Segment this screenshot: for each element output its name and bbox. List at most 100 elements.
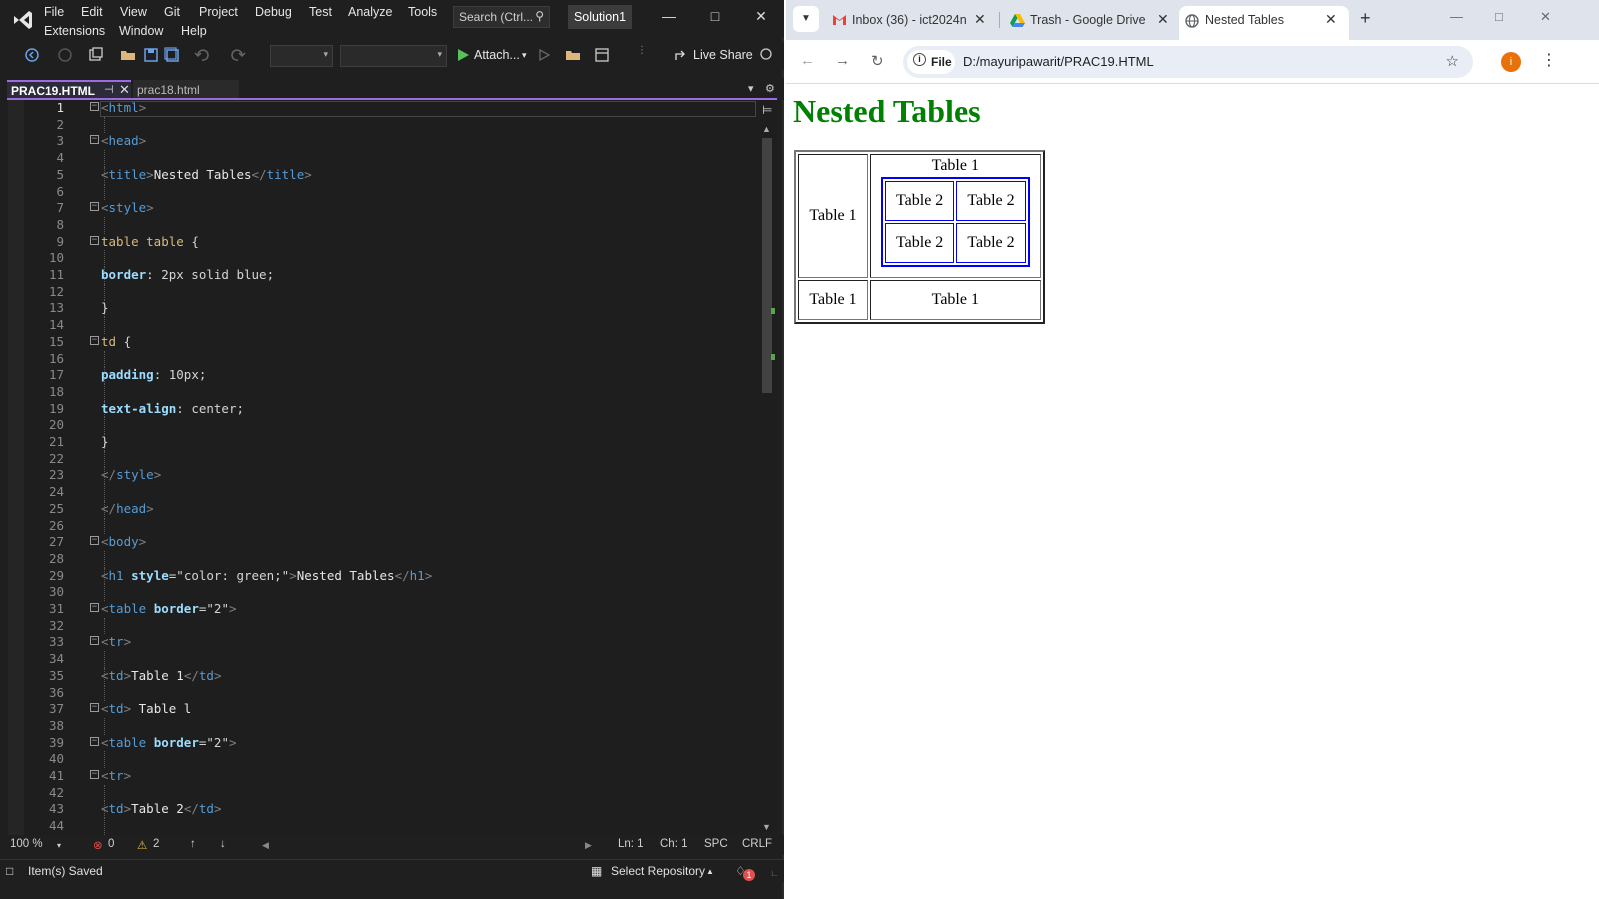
menu-edit[interactable]: Edit xyxy=(81,5,103,19)
menu-git[interactable]: Git xyxy=(164,5,180,19)
start-without-debugging-icon[interactable] xyxy=(536,47,552,63)
fold-toggle-icon[interactable]: − xyxy=(90,102,99,111)
code-editor[interactable]: 1− <html> 2 3− <head> 4 5 <title>Nested Tables<… xyxy=(8,100,758,835)
warning-icon[interactable]: ⚠ xyxy=(137,838,147,852)
error-icon[interactable]: ⊗ xyxy=(93,838,103,852)
code-line[interactable]: 20 xyxy=(8,417,758,434)
back-arrow-icon[interactable]: ← xyxy=(800,52,815,69)
scroll-down-icon[interactable]: ▼ xyxy=(762,822,771,832)
code-line[interactable]: 15 − td { xyxy=(8,334,758,351)
menu-extensions[interactable]: Extensions xyxy=(44,24,105,38)
fold-toggle-icon[interactable]: − xyxy=(90,536,99,546)
chrome-tab-drive[interactable]: Trash - Google Drive ✕ xyxy=(1004,6,1174,40)
site-info-chip[interactable]: i File xyxy=(907,50,955,74)
code-line[interactable]: 13} xyxy=(8,300,758,318)
gear-icon[interactable]: ⚙ xyxy=(765,82,775,95)
code-line[interactable]: 35 <td>Table 1</td> xyxy=(8,667,758,685)
redo-icon[interactable] xyxy=(230,47,246,63)
code-line[interactable]: 11 border: 2px solid blue; xyxy=(8,267,758,284)
code-line[interactable]: 6 xyxy=(8,183,758,201)
solution-name-badge[interactable]: Solution1 xyxy=(568,5,632,29)
split-editor-icon[interactable]: ⊨ xyxy=(762,103,772,117)
previous-issue-icon[interactable]: ↑ xyxy=(190,838,196,850)
fold-toggle-icon[interactable]: − xyxy=(90,736,99,746)
code-line[interactable]: 4 xyxy=(8,150,758,167)
select-repository-button[interactable]: Select Repository xyxy=(611,864,705,878)
forward-arrow-icon[interactable]: → xyxy=(835,52,850,69)
output-icon[interactable]: □ xyxy=(6,864,13,878)
fold-toggle-icon[interactable]: − xyxy=(90,770,99,779)
code-line[interactable]: 10 xyxy=(8,250,758,267)
minimize-icon[interactable]: — xyxy=(658,8,680,28)
menu-view[interactable]: View xyxy=(120,5,147,19)
spacing-indicator[interactable]: SPC xyxy=(704,838,728,850)
code-line[interactable]: 38 xyxy=(8,717,758,735)
feedback-icon[interactable] xyxy=(758,47,774,63)
code-line[interactable]: 28 xyxy=(8,550,758,568)
column-indicator[interactable]: Ch: 1 xyxy=(660,838,688,850)
code-line[interactable]: 27 − <body> xyxy=(8,534,758,551)
code-line[interactable]: 44 xyxy=(8,818,758,835)
menu-project[interactable]: Project xyxy=(199,5,238,19)
zoom-level[interactable]: 100 % xyxy=(10,838,43,850)
code-line[interactable]: 12 xyxy=(8,283,758,301)
code-line[interactable]: 42 xyxy=(8,784,758,802)
hscroll-left-icon[interactable]: ◀ xyxy=(262,840,269,851)
fold-toggle-icon[interactable]: − xyxy=(90,135,99,145)
fold-toggle-icon[interactable]: − xyxy=(90,703,99,713)
close-tab-icon[interactable]: ✕ xyxy=(119,82,130,98)
open-folder-icon[interactable] xyxy=(120,47,136,63)
undo-icon[interactable] xyxy=(194,47,210,63)
navigate-back-icon[interactable] xyxy=(24,47,40,63)
code-line[interactable]: 33 − <tr> xyxy=(8,634,758,651)
code-line[interactable]: 8 xyxy=(8,216,758,234)
maximize-icon[interactable]: □ xyxy=(704,8,726,28)
code-line[interactable]: 17 padding: 10px; xyxy=(8,367,758,384)
code-line[interactable]: 3 − <head> xyxy=(8,133,758,150)
live-share-button[interactable]: Live Share xyxy=(693,48,753,62)
menu-tools[interactable]: Tools xyxy=(408,5,437,19)
next-issue-icon[interactable]: ↓ xyxy=(220,838,226,850)
menu-analyze[interactable]: Analyze xyxy=(348,5,392,19)
code-line[interactable]: 9 − table table { xyxy=(8,234,758,251)
scroll-up-icon[interactable]: ▲ xyxy=(762,124,771,134)
repository-menu-icon[interactable]: ▲ xyxy=(706,867,714,876)
play-icon[interactable] xyxy=(455,47,471,63)
close-tab-icon[interactable]: ✕ xyxy=(974,11,986,28)
code-line[interactable]: 22 xyxy=(8,450,758,468)
attach-button[interactable]: Attach... xyxy=(474,48,520,62)
close-icon[interactable]: ✕ xyxy=(750,8,772,28)
code-line[interactable]: 5 <title>Nested Tables</title> xyxy=(8,166,758,184)
live-share-icon[interactable] xyxy=(673,47,689,63)
code-line[interactable]: 37 − <td> Table l xyxy=(8,701,758,718)
fold-toggle-icon[interactable]: − xyxy=(90,636,99,646)
new-project-icon[interactable] xyxy=(88,47,104,63)
fold-toggle-icon[interactable]: − xyxy=(90,202,99,212)
code-line[interactable]: 32 xyxy=(8,617,758,635)
code-line[interactable]: 21} xyxy=(8,434,758,451)
tab-list-dropdown-icon[interactable]: ▾ xyxy=(748,82,754,95)
line-indicator[interactable]: Ln: 1 xyxy=(618,838,644,850)
fold-toggle-icon[interactable]: − xyxy=(90,235,99,245)
code-line[interactable]: 24 xyxy=(8,484,758,501)
vertical-scrollbar[interactable]: ⊨ ▲ ▼ xyxy=(759,100,777,835)
code-line[interactable]: 19 text-align: center; xyxy=(8,400,758,418)
code-line[interactable]: 23 </style> xyxy=(8,467,758,485)
code-line[interactable]: 1 − <html> xyxy=(8,100,758,117)
code-line[interactable]: 36 xyxy=(8,684,758,702)
layout-icon[interactable] xyxy=(594,47,610,63)
code-line[interactable]: 40 xyxy=(8,751,758,768)
vs-search-box[interactable]: Search (Ctrl... ⚲ xyxy=(453,6,550,28)
url-text[interactable]: D:/mayuripawarit/PRAC19.HTML xyxy=(963,54,1154,69)
code-line[interactable]: 26 xyxy=(8,517,758,535)
save-icon[interactable] xyxy=(143,47,159,63)
configuration-dropdown[interactable] xyxy=(270,45,333,67)
new-tab-icon[interactable]: + xyxy=(1360,8,1371,29)
menu-help[interactable]: Help xyxy=(181,24,207,38)
bookmark-star-icon[interactable]: ☆ xyxy=(1446,52,1459,70)
menu-file[interactable]: File xyxy=(44,5,64,19)
browse-folder-icon[interactable] xyxy=(565,47,581,63)
fold-toggle-icon[interactable]: − xyxy=(90,603,99,612)
menu-debug[interactable]: Debug xyxy=(255,5,292,19)
resize-grip-icon[interactable]: ∟ xyxy=(770,868,779,878)
